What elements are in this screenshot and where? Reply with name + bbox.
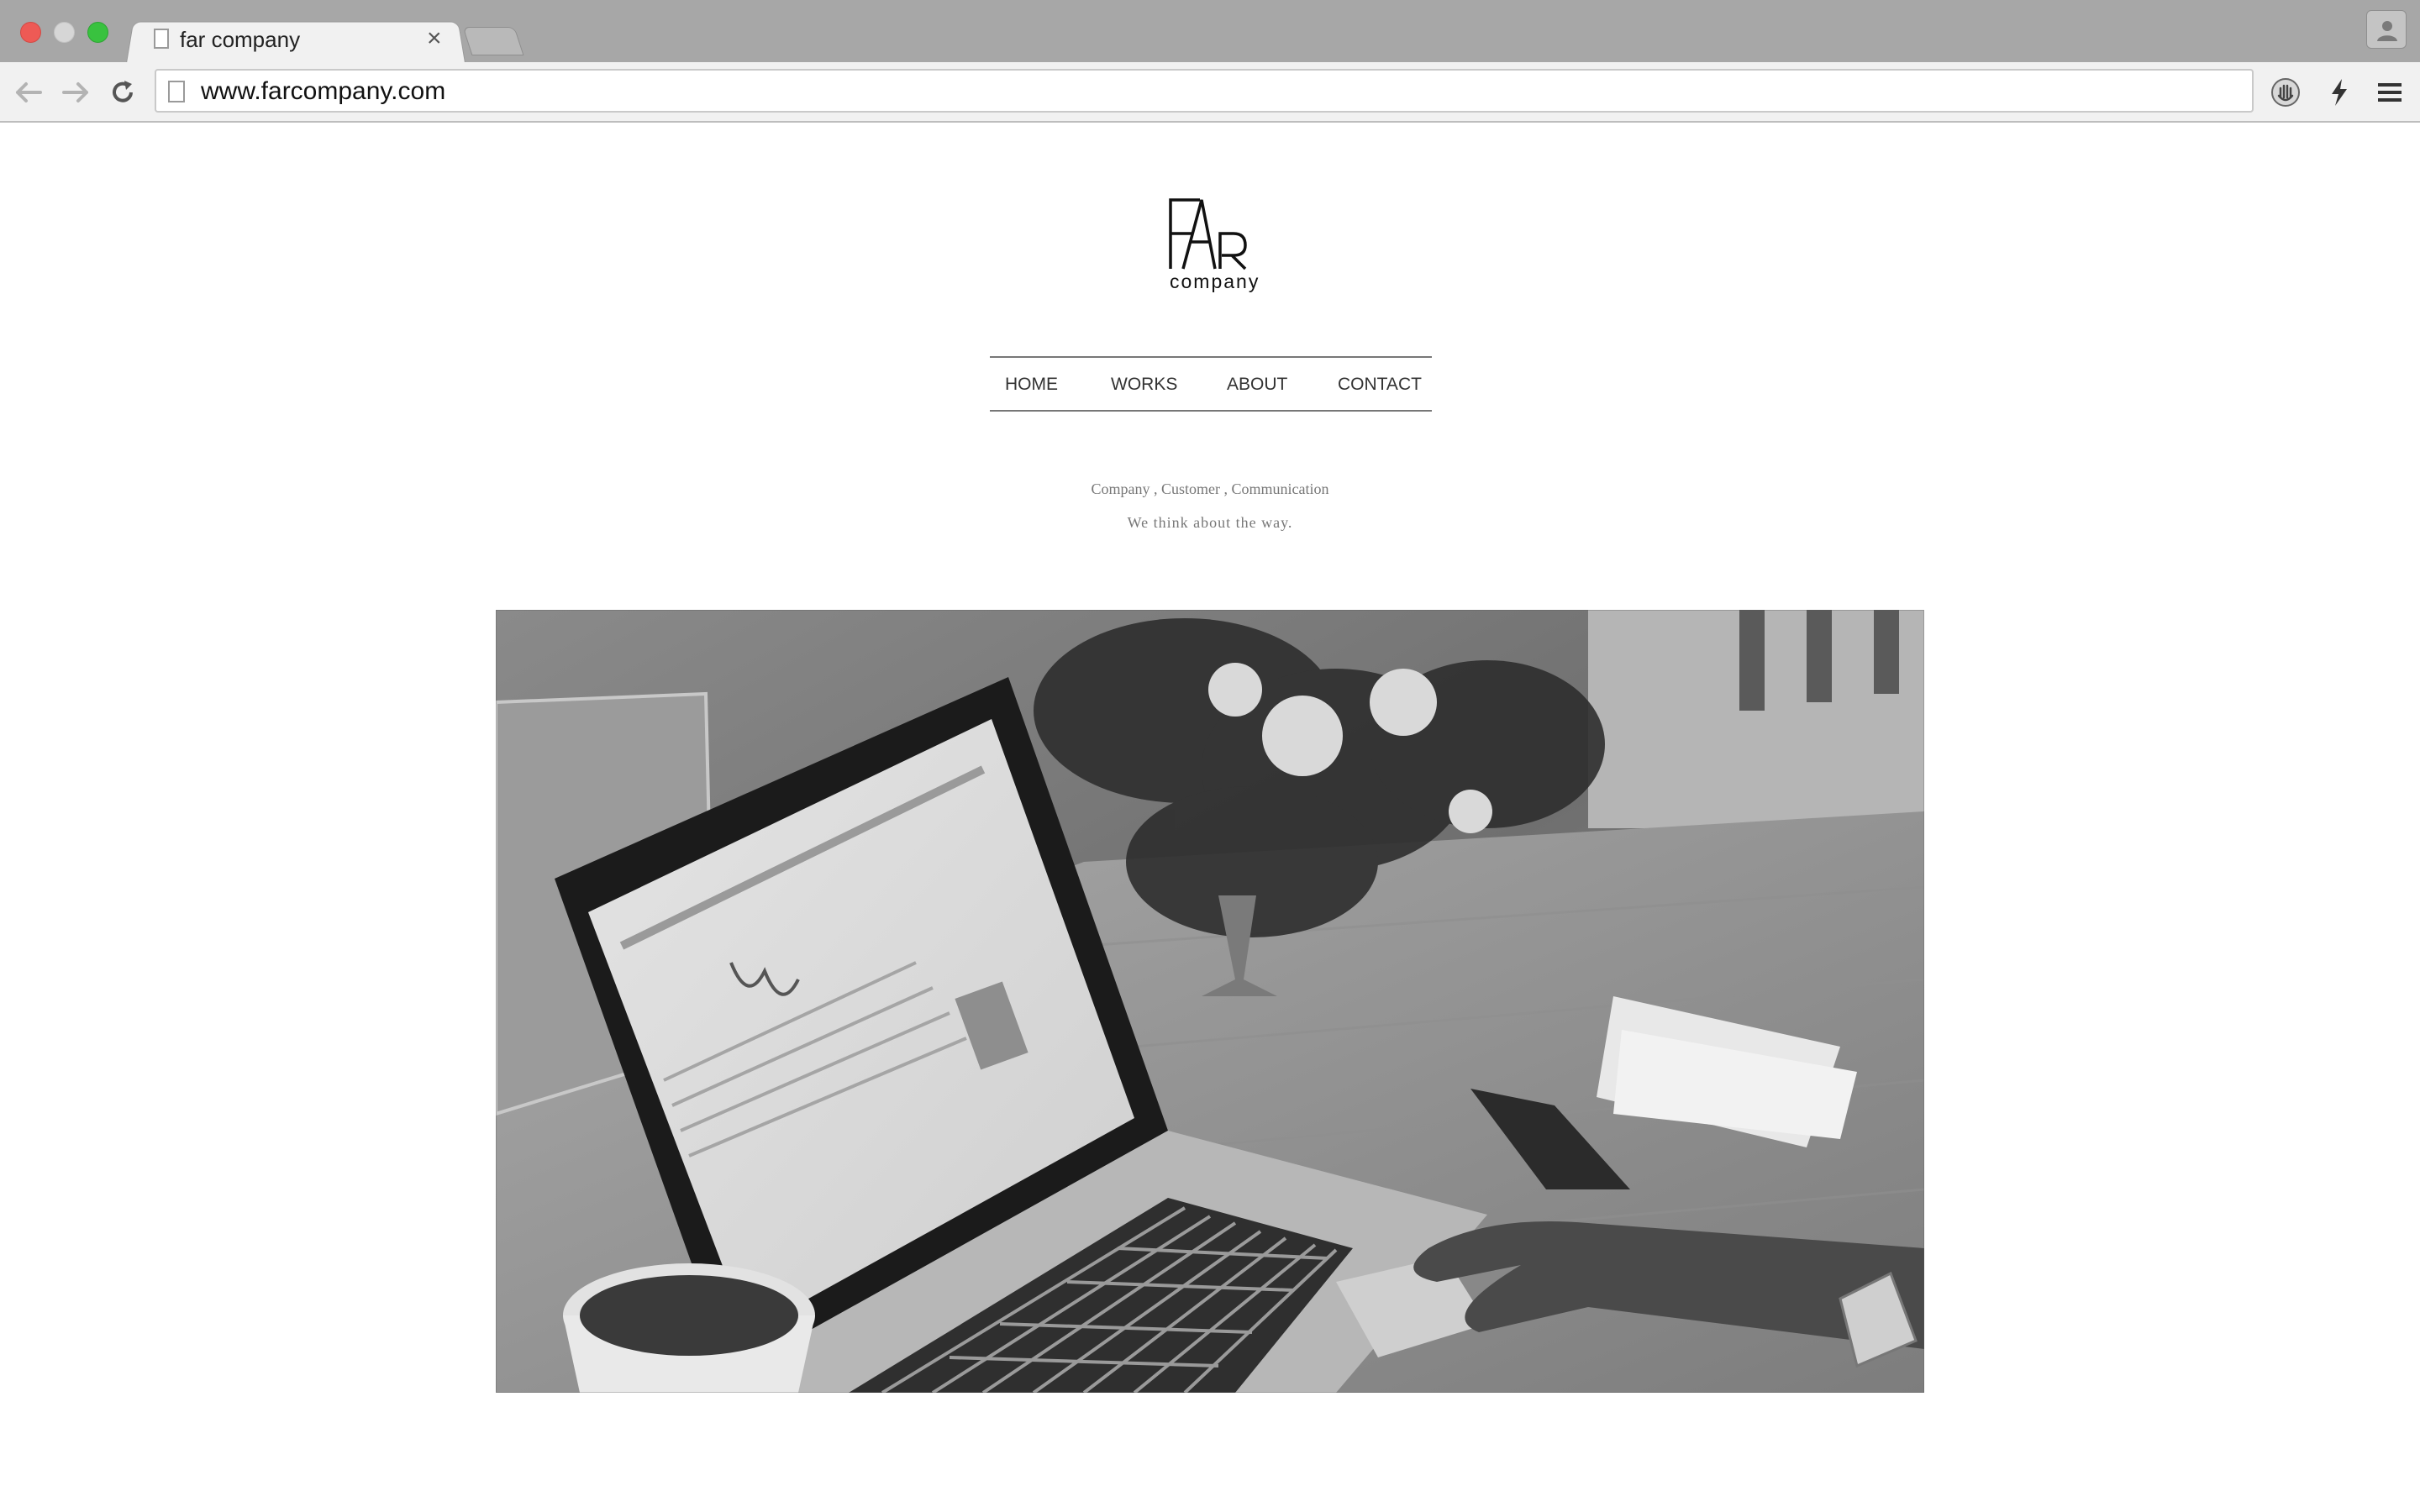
person-icon <box>2377 21 2397 41</box>
browser-tab[interactable]: far company × <box>126 18 464 62</box>
extension-hand-button[interactable] <box>2267 74 2304 111</box>
browser-toolbar: www.farcompany.com <box>0 62 2420 123</box>
window-minimize-button[interactable] <box>54 22 75 43</box>
new-tab-button[interactable] <box>462 27 524 55</box>
far-logo-mark <box>1169 198 1247 270</box>
arrow-right-icon <box>62 82 88 102</box>
laptop-desk-photo <box>496 610 1924 1393</box>
extension-bolt-button[interactable] <box>2321 74 2358 111</box>
forward-button[interactable] <box>59 76 92 109</box>
back-button[interactable] <box>12 76 45 109</box>
reload-button[interactable] <box>106 76 139 109</box>
browser-menu-button[interactable] <box>2371 74 2408 111</box>
hamburger-menu-icon <box>2378 83 2402 102</box>
nav-works-link[interactable]: WORKS <box>1111 375 1177 395</box>
nav-about-link[interactable]: ABOUT <box>1227 375 1287 395</box>
tab-title: far company <box>180 27 301 52</box>
profile-button[interactable] <box>2366 10 2407 49</box>
logo-wordmark: company <box>1170 270 1260 292</box>
main-navigation: HOME WORKS ABOUT CONTACT <box>990 356 1432 412</box>
lightning-icon <box>2332 79 2347 106</box>
web-page: company HOME WORKS ABOUT CONTACT Company… <box>0 123 2420 1512</box>
browser-titlebar: far company × <box>0 0 2420 63</box>
url-text[interactable]: www.farcompany.com <box>201 77 445 106</box>
hand-icon <box>2271 78 2300 107</box>
reload-icon <box>113 81 133 102</box>
tab-close-icon[interactable]: × <box>427 24 442 54</box>
window-close-button[interactable] <box>20 22 41 43</box>
window-maximize-button[interactable] <box>87 22 108 43</box>
nav-home-link[interactable]: HOME <box>1005 375 1058 395</box>
address-bar[interactable]: www.farcompany.com <box>155 69 2254 113</box>
tagline-secondary: We think about the way. <box>1127 514 1293 531</box>
page-icon <box>168 81 185 102</box>
nav-contact-link[interactable]: CONTACT <box>1338 375 1422 395</box>
hero-image <box>496 610 1924 1393</box>
tagline-primary: Company , Customer , Communication <box>1091 480 1329 497</box>
arrow-left-icon <box>16 82 42 102</box>
page-icon <box>154 29 169 49</box>
